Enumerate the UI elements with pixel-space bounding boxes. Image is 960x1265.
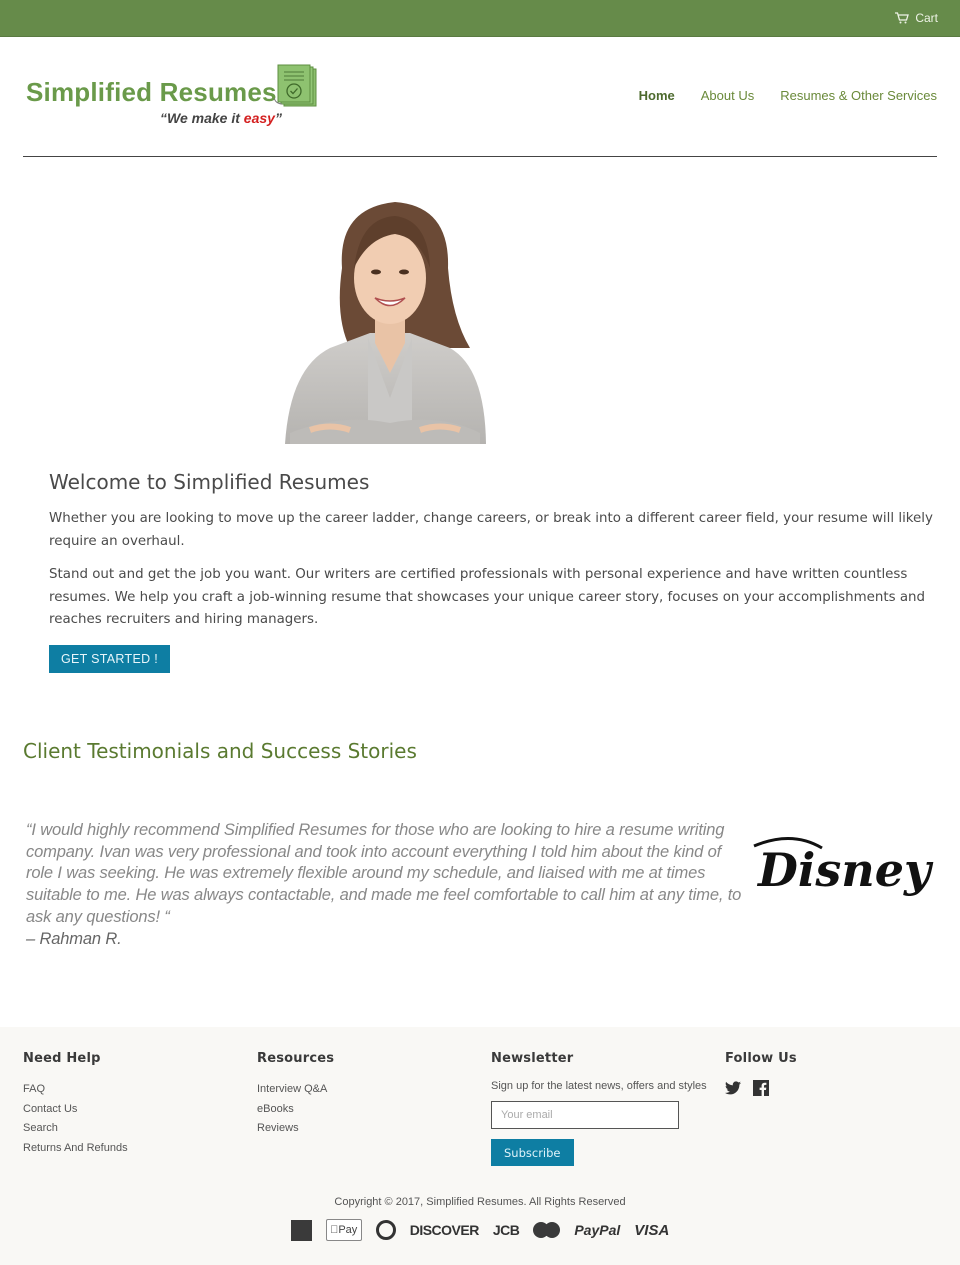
footer-link-interview-qa[interactable]: Interview Q&A bbox=[257, 1080, 334, 1100]
testimonial-quote: “I would highly recommend Simplified Res… bbox=[26, 820, 746, 950]
facebook-icon bbox=[753, 1080, 769, 1096]
cart-icon bbox=[895, 12, 910, 24]
footer-link-returns-refunds[interactable]: Returns And Refunds bbox=[23, 1139, 128, 1159]
welcome-title: Welcome to Simplified Resumes bbox=[49, 470, 370, 494]
discover-icon: DISCOVER bbox=[409, 1222, 480, 1238]
jcb-icon: JCB bbox=[492, 1222, 520, 1238]
apple-pay-icon: Pay bbox=[325, 1219, 362, 1241]
welcome-section: Welcome to Simplified Resumes Whether yo… bbox=[49, 470, 939, 673]
testimonial-text: “I would highly recommend Simplified Res… bbox=[26, 821, 742, 926]
diners-club-icon bbox=[375, 1220, 396, 1240]
footer-newsletter: Newsletter Sign up for the latest news, … bbox=[491, 1051, 707, 1166]
cart-label: Cart bbox=[915, 11, 938, 25]
footer-link-reviews[interactable]: Reviews bbox=[257, 1119, 334, 1139]
footer-follow-us: Follow Us bbox=[725, 1051, 797, 1101]
twitter-link[interactable] bbox=[725, 1081, 741, 1100]
mastercard-icon bbox=[533, 1222, 561, 1238]
tagline-prefix: “We make it bbox=[160, 110, 244, 126]
newsletter-email-input[interactable] bbox=[491, 1101, 679, 1129]
american-express-icon bbox=[290, 1219, 312, 1241]
top-bar: Cart bbox=[0, 0, 960, 37]
payment-methods: Pay DISCOVER JCB PayPal VISA bbox=[0, 1219, 960, 1241]
footer-link-search[interactable]: Search bbox=[23, 1119, 128, 1139]
footer-follow-title: Follow Us bbox=[725, 1051, 797, 1066]
footer-link-faq[interactable]: FAQ bbox=[23, 1080, 128, 1100]
welcome-paragraph-2: Stand out and get the job you want. Our … bbox=[49, 567, 926, 627]
testimonials-title: Client Testimonials and Success Stories bbox=[23, 739, 417, 763]
logo-tagline: “We make it easy” bbox=[160, 110, 282, 126]
social-links bbox=[725, 1080, 797, 1101]
footer-need-help: Need Help FAQ Contact Us Search Returns … bbox=[23, 1051, 128, 1158]
logo-text: Simplified Resumes bbox=[26, 77, 277, 107]
nav-home[interactable]: Home bbox=[639, 88, 675, 103]
footer-need-help-title: Need Help bbox=[23, 1051, 101, 1066]
visa-icon: VISA bbox=[634, 1221, 670, 1239]
get-started-button[interactable]: GET STARTED ! bbox=[49, 644, 170, 673]
copyright-text: Copyright © 2017, Simplified Resumes. Al… bbox=[334, 1196, 626, 1208]
disney-logo-text: Disney bbox=[756, 843, 934, 897]
hero-image bbox=[285, 202, 486, 444]
welcome-paragraph-1: Whether you are looking to move up the c… bbox=[49, 511, 933, 549]
site-footer: Need Help FAQ Contact Us Search Returns … bbox=[0, 1027, 960, 1265]
footer-link-contact-us[interactable]: Contact Us bbox=[23, 1100, 128, 1120]
apple-pay-label: Pay bbox=[334, 1224, 357, 1236]
footer-link-ebooks[interactable]: eBooks bbox=[257, 1100, 334, 1120]
newsletter-description: Sign up for the latest news, offers and … bbox=[491, 1080, 707, 1092]
footer-newsletter-title: Newsletter bbox=[491, 1051, 574, 1066]
disney-logo: Disney bbox=[753, 836, 934, 897]
site-logo[interactable]: Simplified Resumes “We make it easy” bbox=[24, 62, 324, 132]
header-divider bbox=[23, 156, 937, 157]
main-nav: Home About Us Resumes & Other Services bbox=[639, 88, 937, 103]
paypal-icon: PayPal bbox=[574, 1222, 621, 1238]
twitter-icon bbox=[725, 1081, 741, 1095]
testimonial-author: – Rahman R. bbox=[26, 929, 122, 948]
subscribe-button[interactable]: Subscribe bbox=[491, 1139, 574, 1166]
footer-resources-title: Resources bbox=[257, 1051, 335, 1066]
footer-resources: Resources Interview Q&A eBooks Reviews bbox=[257, 1051, 334, 1139]
cart-link[interactable]: Cart bbox=[895, 11, 938, 25]
nav-about-us[interactable]: About Us bbox=[701, 88, 754, 103]
tagline-suffix: ” bbox=[274, 110, 282, 126]
document-check-icon bbox=[274, 64, 317, 107]
nav-resumes-services[interactable]: Resumes & Other Services bbox=[780, 88, 937, 103]
tagline-emphasis: easy bbox=[243, 110, 275, 126]
facebook-link[interactable] bbox=[753, 1080, 769, 1101]
